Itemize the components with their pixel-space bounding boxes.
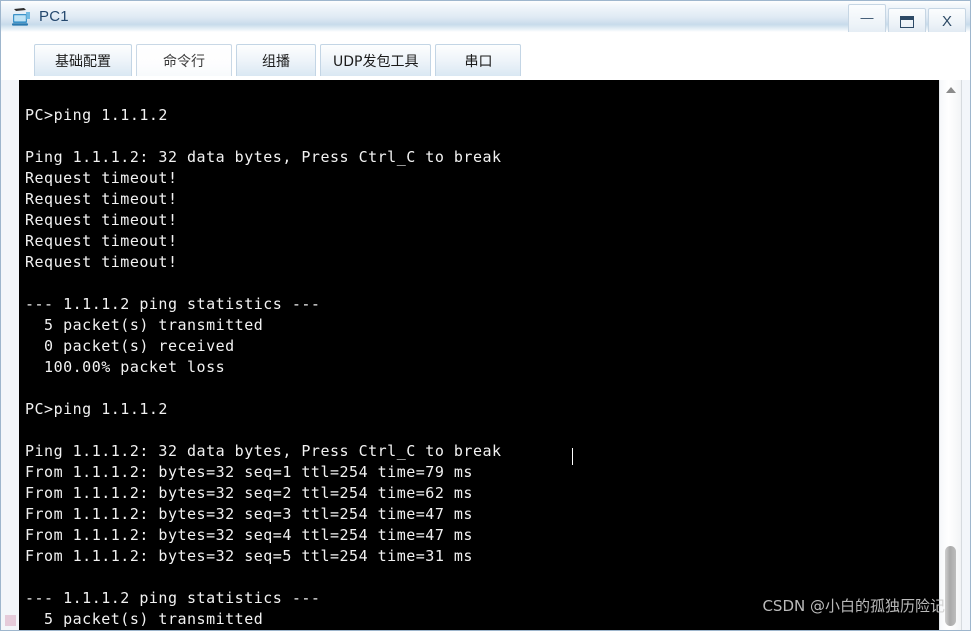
terminal-line: 0 packet(s) received xyxy=(25,337,235,355)
text-caret xyxy=(572,448,573,465)
maximize-button[interactable] xyxy=(888,8,926,35)
tab-multicast[interactable]: 组播 xyxy=(236,44,316,76)
terminal-line: Request timeout! xyxy=(25,190,178,208)
terminal-line: Request timeout! xyxy=(25,211,178,229)
tab-command-line[interactable]: 命令行 xyxy=(136,44,232,76)
corner-artifact xyxy=(5,615,16,626)
terminal-line: 100.00% packet loss xyxy=(25,358,226,376)
terminal-line: Request timeout! xyxy=(25,232,178,250)
terminal-line: Request timeout! xyxy=(25,169,178,187)
maximize-icon xyxy=(900,15,914,28)
scroll-up-arrow-icon[interactable] xyxy=(940,80,961,99)
arrow-up-glyph xyxy=(945,86,956,93)
terminal-line: PC>ping 1.1.1.2 xyxy=(25,400,168,418)
window-title: PC1 xyxy=(39,8,69,25)
terminal-line: --- 1.1.1.2 ping statistics --- xyxy=(25,295,321,313)
terminal-line: 5 packet(s) transmitted xyxy=(25,316,264,334)
terminal-line: From 1.1.1.2: bytes=32 seq=1 ttl=254 tim… xyxy=(25,463,473,481)
terminal-lines: PC>ping 1.1.1.2 Ping 1.1.1.2: 32 data by… xyxy=(25,84,939,630)
tab-list: 基础配置 命令行 组播 UDP发包工具 串口 xyxy=(34,44,525,76)
tab-strip: 基础配置 命令行 组播 UDP发包工具 串口 xyxy=(1,32,970,80)
terminal-line: From 1.1.1.2: bytes=32 seq=5 ttl=254 tim… xyxy=(25,547,473,565)
tab-udp-sender[interactable]: UDP发包工具 xyxy=(320,44,432,76)
terminal-line: From 1.1.1.2: bytes=32 seq=2 ttl=254 tim… xyxy=(25,484,473,502)
pc-icon xyxy=(11,7,33,27)
terminal-line: 5 packet(s) transmitted xyxy=(25,610,264,628)
pc1-window: PC1 — X 基础配置 命令行 组播 UDP发包工具 串口 PC>ping 1… xyxy=(0,0,971,631)
tab-serial-port[interactable]: 串口 xyxy=(435,44,522,76)
scrollbar-thumb[interactable] xyxy=(945,546,956,626)
terminal-line: Ping 1.1.1.2: 32 data bytes, Press Ctrl_… xyxy=(25,148,502,166)
terminal-line: --- 1.1.1.2 ping statistics --- xyxy=(25,589,321,607)
terminal-line: From 1.1.1.2: bytes=32 seq=3 ttl=254 tim… xyxy=(25,505,473,523)
terminal-line: Ping 1.1.1.2: 32 data bytes, Press Ctrl_… xyxy=(25,442,502,460)
tab-basic-config[interactable]: 基础配置 xyxy=(34,44,132,76)
terminal-line: From 1.1.1.2: bytes=32 seq=4 ttl=254 tim… xyxy=(25,526,473,544)
terminal-line: Request timeout! xyxy=(25,253,178,271)
window-title-bar[interactable]: PC1 — X xyxy=(1,1,970,39)
terminal-output[interactable]: PC>ping 1.1.1.2 Ping 1.1.1.2: 32 data by… xyxy=(19,80,939,630)
terminal-line: PC>ping 1.1.1.2 xyxy=(25,106,168,124)
title-bar-left: PC1 xyxy=(1,1,69,32)
close-button[interactable]: X xyxy=(928,8,966,35)
terminal-scrollbar[interactable] xyxy=(939,80,962,630)
terminal-area: PC>ping 1.1.1.2 Ping 1.1.1.2: 32 data by… xyxy=(19,80,962,630)
